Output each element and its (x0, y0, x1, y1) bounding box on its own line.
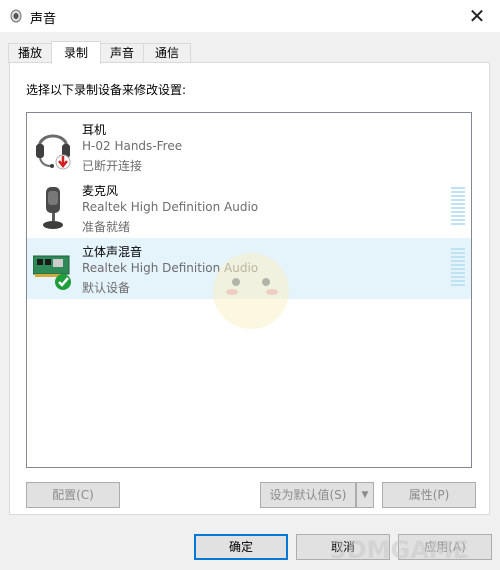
properties-button[interactable]: 属性(P) (382, 482, 476, 508)
set-default-button[interactable]: 设为默认值(S) (260, 482, 356, 508)
disconnected-badge-icon (55, 154, 71, 170)
microphone-icon (43, 187, 63, 229)
level-meter (451, 187, 465, 231)
mascot-watermark (213, 253, 289, 329)
watermark-text: 3DMGAME (330, 536, 470, 564)
device-description: Realtek High Definition Audio (82, 200, 259, 214)
device-item-microphone[interactable]: 麦克风 Realtek High Definition Audio 准备就绪 (27, 177, 471, 238)
device-status: 准备就绪 (82, 220, 131, 234)
title-bar: 声音 ✕ (0, 0, 500, 32)
tab-recording[interactable]: 录制 (51, 41, 101, 64)
close-button[interactable]: ✕ (454, 0, 500, 32)
set-default-dropdown[interactable]: ▼ (356, 482, 374, 508)
device-status: 默认设备 (82, 281, 131, 295)
device-name: 麦克风 (82, 184, 119, 198)
device-item-headset[interactable]: 耳机 H-02 Hands-Free 已断开连接 (27, 116, 471, 177)
level-meter (451, 248, 465, 292)
sound-card-icon (33, 255, 71, 290)
headset-icon (36, 134, 71, 170)
default-check-icon (55, 274, 71, 290)
speaker-icon (10, 9, 22, 23)
ok-button[interactable]: 确定 (194, 534, 288, 560)
device-name: 耳机 (82, 123, 107, 137)
device-name: 立体声混音 (82, 245, 143, 259)
tab-sounds[interactable]: 声音 (100, 43, 144, 63)
configure-button[interactable]: 配置(C) (26, 482, 120, 508)
close-icon: ✕ (468, 4, 486, 28)
chevron-down-icon: ▼ (361, 490, 369, 500)
tab-communications[interactable]: 通信 (143, 43, 191, 63)
window-title: 声音 (30, 12, 57, 27)
tab-playback[interactable]: 播放 (8, 43, 52, 63)
device-description: H-02 Hands-Free (82, 139, 183, 153)
device-status: 已断开连接 (82, 159, 143, 173)
instruction-text: 选择以下录制设备来修改设置: (26, 83, 187, 97)
